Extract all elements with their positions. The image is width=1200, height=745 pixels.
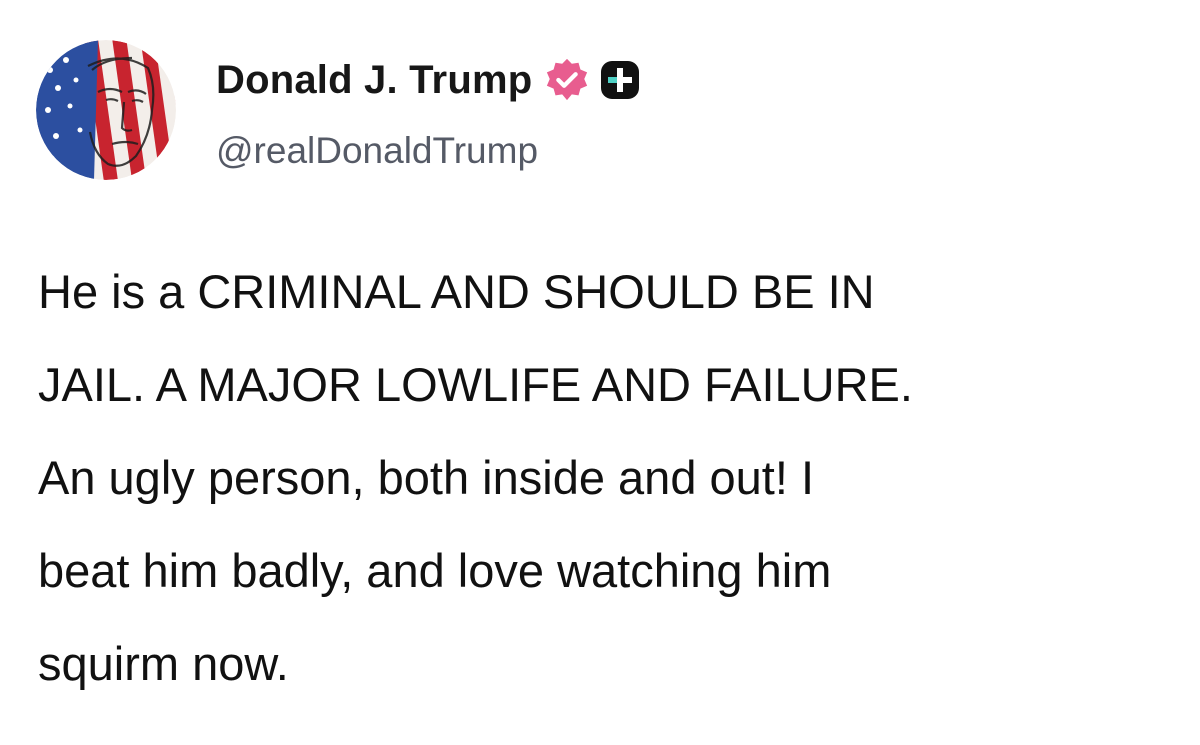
user-handle[interactable]: @realDonaldTrump <box>216 130 640 172</box>
plus-badge-icon <box>601 61 640 99</box>
post-text: He is a CRIMINAL AND SHOULD BE IN JAIL. … <box>38 265 913 690</box>
post-header: Donald J. Trump @realDonaldTrump <box>216 52 640 172</box>
name-row: Donald J. Trump <box>216 52 640 108</box>
avatar-flag-portrait-icon <box>36 40 176 180</box>
display-name[interactable]: Donald J. Trump <box>216 58 532 103</box>
verified-check-icon <box>547 58 588 101</box>
post-card: Donald J. Trump @realDonaldTrump He is a… <box>0 0 1200 745</box>
avatar[interactable] <box>36 40 176 180</box>
